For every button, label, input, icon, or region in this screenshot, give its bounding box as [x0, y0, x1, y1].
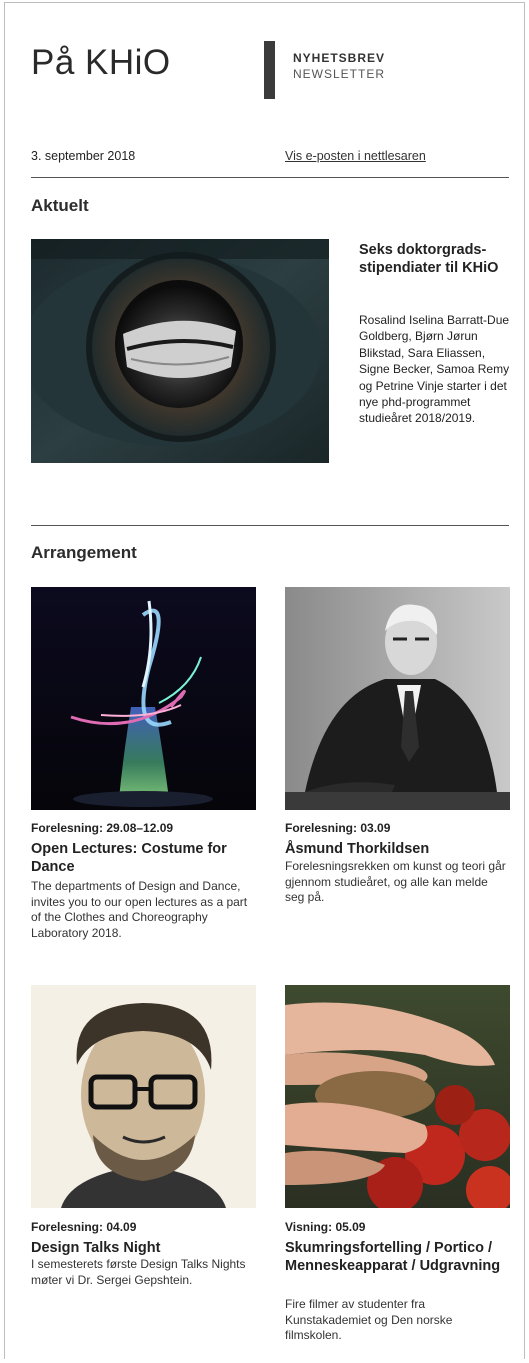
event-meta: Forelesning: 04.09 [31, 1220, 137, 1234]
divider [31, 177, 509, 178]
newsletter-label-no: NYHETSBREV [293, 51, 386, 65]
event-image-hands[interactable] [285, 985, 510, 1208]
dance-lightpainting-image [31, 587, 256, 810]
feature-image-eye[interactable] [31, 239, 329, 463]
newsletter-frame: På KHiO NYHETSBREV NEWSLETTER 3. septemb… [4, 2, 525, 1359]
event-title[interactable]: Design Talks Night [31, 1239, 256, 1257]
event-description: Fire filmer av studenter fra Kunstakadem… [285, 1297, 453, 1343]
event-description: I semesterets første Design Talks Nights… [31, 1257, 246, 1287]
feature-title[interactable]: Seks doktorgrads-stipendiater til KHiO [359, 241, 513, 277]
feature-text: Rosalind Iselina Barratt-Due Goldberg, B… [359, 313, 510, 426]
issue-date: 3. september 2018 [31, 149, 136, 163]
event-meta: Forelesning: 29.08–12.09 [31, 821, 174, 835]
section-heading-aktuelt: Aktuelt [31, 196, 89, 215]
site-title[interactable]: På KHiO [31, 43, 171, 83]
event-image-portrait-gepshtein[interactable] [31, 985, 256, 1208]
event-title[interactable]: Skumringsfortelling / Portico / Menneske… [285, 1239, 513, 1275]
view-in-browser-link[interactable]: Vis e-posten i nettlesaren [285, 149, 426, 163]
divider [31, 525, 509, 526]
event-image-portrait-thorkildsen[interactable] [285, 587, 510, 810]
event-description: The departments of Design and Dance, inv… [31, 879, 248, 940]
portrait-man-suit-image [285, 587, 510, 810]
event-meta: Forelesning: 03.09 [285, 821, 391, 835]
event-title[interactable]: Åsmund Thorkildsen [285, 840, 510, 858]
header-divider-bar [264, 41, 275, 99]
event-title[interactable]: Open Lectures: Costume for Dance [31, 840, 256, 876]
newsletter-label-en: NEWSLETTER [293, 67, 386, 81]
event-image-dance[interactable] [31, 587, 256, 810]
hands-tomatoes-image [285, 985, 510, 1208]
portrait-man-glasses-image [31, 985, 256, 1208]
event-meta: Visning: 05.09 [285, 1220, 366, 1234]
event-description: Forelesningsrekken om kunst og teori går… [285, 859, 506, 905]
newsletter-header: På KHiO NYHETSBREV NEWSLETTER [5, 3, 524, 113]
eye-illustration [31, 239, 329, 463]
section-heading-arrangement: Arrangement [31, 543, 137, 562]
